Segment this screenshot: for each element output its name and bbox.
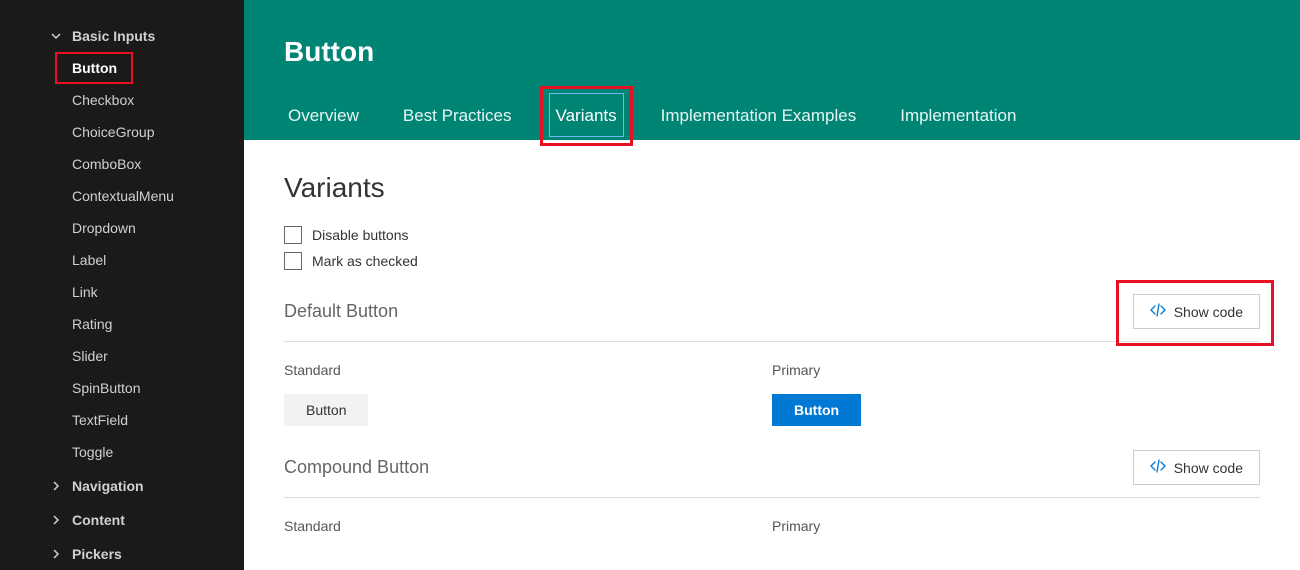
tab-label: Implementation Examples: [661, 106, 857, 125]
nav-item-label: Button: [72, 60, 117, 76]
nav-item-label[interactable]: Label: [0, 244, 244, 276]
chevron-right-icon: [50, 513, 62, 529]
nav-item-button[interactable]: Button: [0, 52, 244, 84]
tab-overview[interactable]: Overview: [284, 96, 363, 140]
main: Button Overview Best Practices Variants …: [244, 0, 1300, 570]
sidebar: Basic Inputs Button Checkbox ChoiceGroup…: [0, 0, 244, 570]
nav-group-content: Content: [0, 504, 244, 536]
page-title: Button: [284, 36, 1260, 68]
code-icon: [1150, 459, 1166, 476]
tab-label: Best Practices: [403, 106, 512, 125]
nav-item-rating[interactable]: Rating: [0, 308, 244, 340]
nav-item-label: ContextualMenu: [72, 188, 174, 204]
nav-group-label: Basic Inputs: [72, 28, 155, 44]
chevron-right-icon: [50, 479, 62, 495]
nav-item-label: Link: [72, 284, 98, 300]
tab-best-practices[interactable]: Best Practices: [399, 96, 516, 140]
chevron-right-icon: [50, 547, 62, 563]
example-header: Default Button Show code: [284, 294, 1260, 342]
nav-group-pickers: Pickers: [0, 538, 244, 570]
nav-item-link[interactable]: Link: [0, 276, 244, 308]
chevron-down-icon: [50, 29, 62, 45]
hero-tabs: Overview Best Practices Variants Impleme…: [284, 96, 1260, 140]
checkbox-box[interactable]: [284, 226, 302, 244]
nav-item-label: Toggle: [72, 444, 113, 460]
column-header: Standard: [284, 362, 772, 378]
nav-group-header-basic-inputs[interactable]: Basic Inputs: [0, 20, 244, 52]
example-default-button: Default Button Show code Standard Button…: [284, 294, 1260, 426]
example-col-standard: Standard: [284, 518, 772, 550]
example-title: Default Button: [284, 301, 398, 322]
nav-item-label: Slider: [72, 348, 108, 364]
checkbox-box[interactable]: [284, 252, 302, 270]
checkbox-label: Mark as checked: [312, 253, 418, 269]
hero: Button Overview Best Practices Variants …: [244, 0, 1300, 140]
show-code-label: Show code: [1174, 460, 1243, 476]
tab-label: Overview: [288, 106, 359, 125]
column-header: Primary: [772, 362, 1260, 378]
checkbox-disable-buttons[interactable]: Disable buttons: [284, 226, 1260, 244]
example-header: Compound Button Show code: [284, 450, 1260, 498]
nav-item-combobox[interactable]: ComboBox: [0, 148, 244, 180]
nav-group-label: Navigation: [72, 478, 144, 494]
nav-item-label: Checkbox: [72, 92, 134, 108]
nav-group-header-pickers[interactable]: Pickers: [0, 538, 244, 570]
example-body: Standard Button Primary Button: [284, 362, 1260, 426]
nav-item-checkbox[interactable]: Checkbox: [0, 84, 244, 116]
show-code-label: Show code: [1174, 304, 1243, 320]
example-title: Compound Button: [284, 457, 429, 478]
primary-button[interactable]: Button: [772, 394, 861, 426]
nav-item-label: SpinButton: [72, 380, 141, 396]
content: Variants Disable buttons Mark as checked…: [244, 140, 1300, 570]
nav-item-choicegroup[interactable]: ChoiceGroup: [0, 116, 244, 148]
tab-implementation[interactable]: Implementation: [896, 96, 1020, 140]
nav-item-label: TextField: [72, 412, 128, 428]
example-col-primary: Primary: [772, 518, 1260, 550]
code-icon: [1150, 303, 1166, 320]
example-col-primary: Primary Button: [772, 362, 1260, 426]
tab-label: Implementation: [900, 106, 1016, 125]
show-code-button[interactable]: Show code: [1133, 294, 1260, 329]
button-label: Button: [306, 402, 346, 418]
nav-group-label: Content: [72, 512, 125, 528]
example-body: Standard Primary: [284, 518, 1260, 550]
section-title: Variants: [284, 172, 1260, 204]
column-header: Primary: [772, 518, 1260, 534]
tab-variants[interactable]: Variants: [552, 96, 621, 140]
show-code-button[interactable]: Show code: [1133, 450, 1260, 485]
nav-item-toggle[interactable]: Toggle: [0, 436, 244, 468]
nav-group-label: Pickers: [72, 546, 122, 562]
nav-group-basic-inputs: Basic Inputs Button Checkbox ChoiceGroup…: [0, 20, 244, 468]
nav-item-contextualmenu[interactable]: ContextualMenu: [0, 180, 244, 212]
example-compound-button: Compound Button Show code Standard Prima…: [284, 450, 1260, 550]
nav-item-dropdown[interactable]: Dropdown: [0, 212, 244, 244]
checkbox-mark-as-checked[interactable]: Mark as checked: [284, 252, 1260, 270]
standard-button[interactable]: Button: [284, 394, 368, 426]
nav-item-label: ChoiceGroup: [72, 124, 155, 140]
nav-item-label: Dropdown: [72, 220, 136, 236]
tab-implementation-examples[interactable]: Implementation Examples: [657, 96, 861, 140]
nav-group-header-content[interactable]: Content: [0, 504, 244, 536]
column-header: Standard: [284, 518, 772, 534]
nav-item-textfield[interactable]: TextField: [0, 404, 244, 436]
nav-group-header-navigation[interactable]: Navigation: [0, 470, 244, 502]
nav-item-spinbutton[interactable]: SpinButton: [0, 372, 244, 404]
tab-label: Variants: [556, 106, 617, 125]
nav-item-label: ComboBox: [72, 156, 141, 172]
example-col-standard: Standard Button: [284, 362, 772, 426]
nav-item-label: Rating: [72, 316, 112, 332]
nav-group-navigation: Navigation: [0, 470, 244, 502]
button-label: Button: [794, 402, 839, 418]
nav-item-label: Label: [72, 252, 106, 268]
nav-item-slider[interactable]: Slider: [0, 340, 244, 372]
checkbox-label: Disable buttons: [312, 227, 409, 243]
